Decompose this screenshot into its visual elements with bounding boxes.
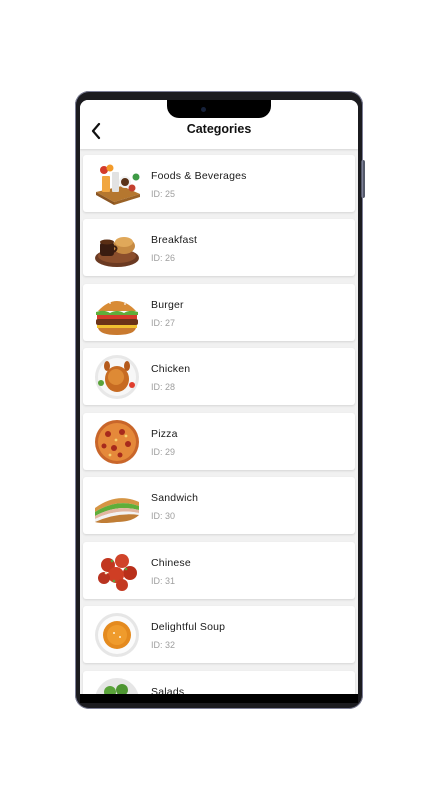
breakfast-image	[95, 237, 139, 267]
category-name: Sandwich	[151, 492, 199, 504]
category-name: Chinese	[151, 557, 191, 569]
category-card[interactable]: Pizza ID: 29	[83, 413, 355, 470]
category-name: Chicken	[151, 363, 191, 375]
burger-image	[96, 299, 138, 335]
category-card[interactable]: Salads	[83, 671, 355, 694]
category-id: ID: 31	[151, 576, 176, 586]
phone-side-button	[361, 160, 365, 198]
category-id: ID: 27	[151, 318, 176, 328]
category-id: ID: 29	[151, 447, 176, 457]
salad-image	[95, 678, 139, 694]
category-id: ID: 30	[151, 511, 176, 521]
category-name: Salads	[151, 686, 185, 694]
category-id: ID: 25	[151, 189, 176, 199]
category-name: Pizza	[151, 428, 178, 440]
app-screen: Categories Foods & Beverages ID: 25 Brea…	[80, 100, 358, 694]
foods-beverages-image	[96, 164, 140, 205]
category-name: Foods & Beverages	[151, 170, 247, 182]
chinese-image	[98, 554, 137, 591]
pizza-image	[95, 420, 139, 464]
page-title: Categories	[186, 122, 252, 136]
soup-image	[95, 613, 139, 657]
category-name: Delightful Soup	[151, 621, 226, 633]
category-name: Breakfast	[151, 234, 198, 246]
category-id: ID: 32	[151, 640, 176, 650]
category-card[interactable]: Chicken ID: 28	[83, 348, 355, 405]
sandwich-image	[95, 498, 139, 523]
bottom-bezel	[80, 694, 358, 703]
camera-icon	[201, 107, 206, 112]
category-id: ID: 26	[151, 253, 176, 263]
category-id: ID: 28	[151, 382, 176, 392]
camera-notch	[167, 100, 271, 118]
category-card[interactable]: Foods & Beverages ID: 25	[83, 155, 355, 212]
category-card[interactable]: Delightful Soup ID: 32	[83, 606, 355, 663]
category-card[interactable]: Breakfast ID: 26	[83, 219, 355, 276]
category-card[interactable]: Burger ID: 27	[83, 284, 355, 341]
category-card[interactable]: Chinese ID: 31	[83, 542, 355, 599]
chicken-image	[95, 355, 139, 399]
category-name: Burger	[151, 299, 184, 311]
category-card[interactable]: Sandwich ID: 30	[83, 477, 355, 534]
